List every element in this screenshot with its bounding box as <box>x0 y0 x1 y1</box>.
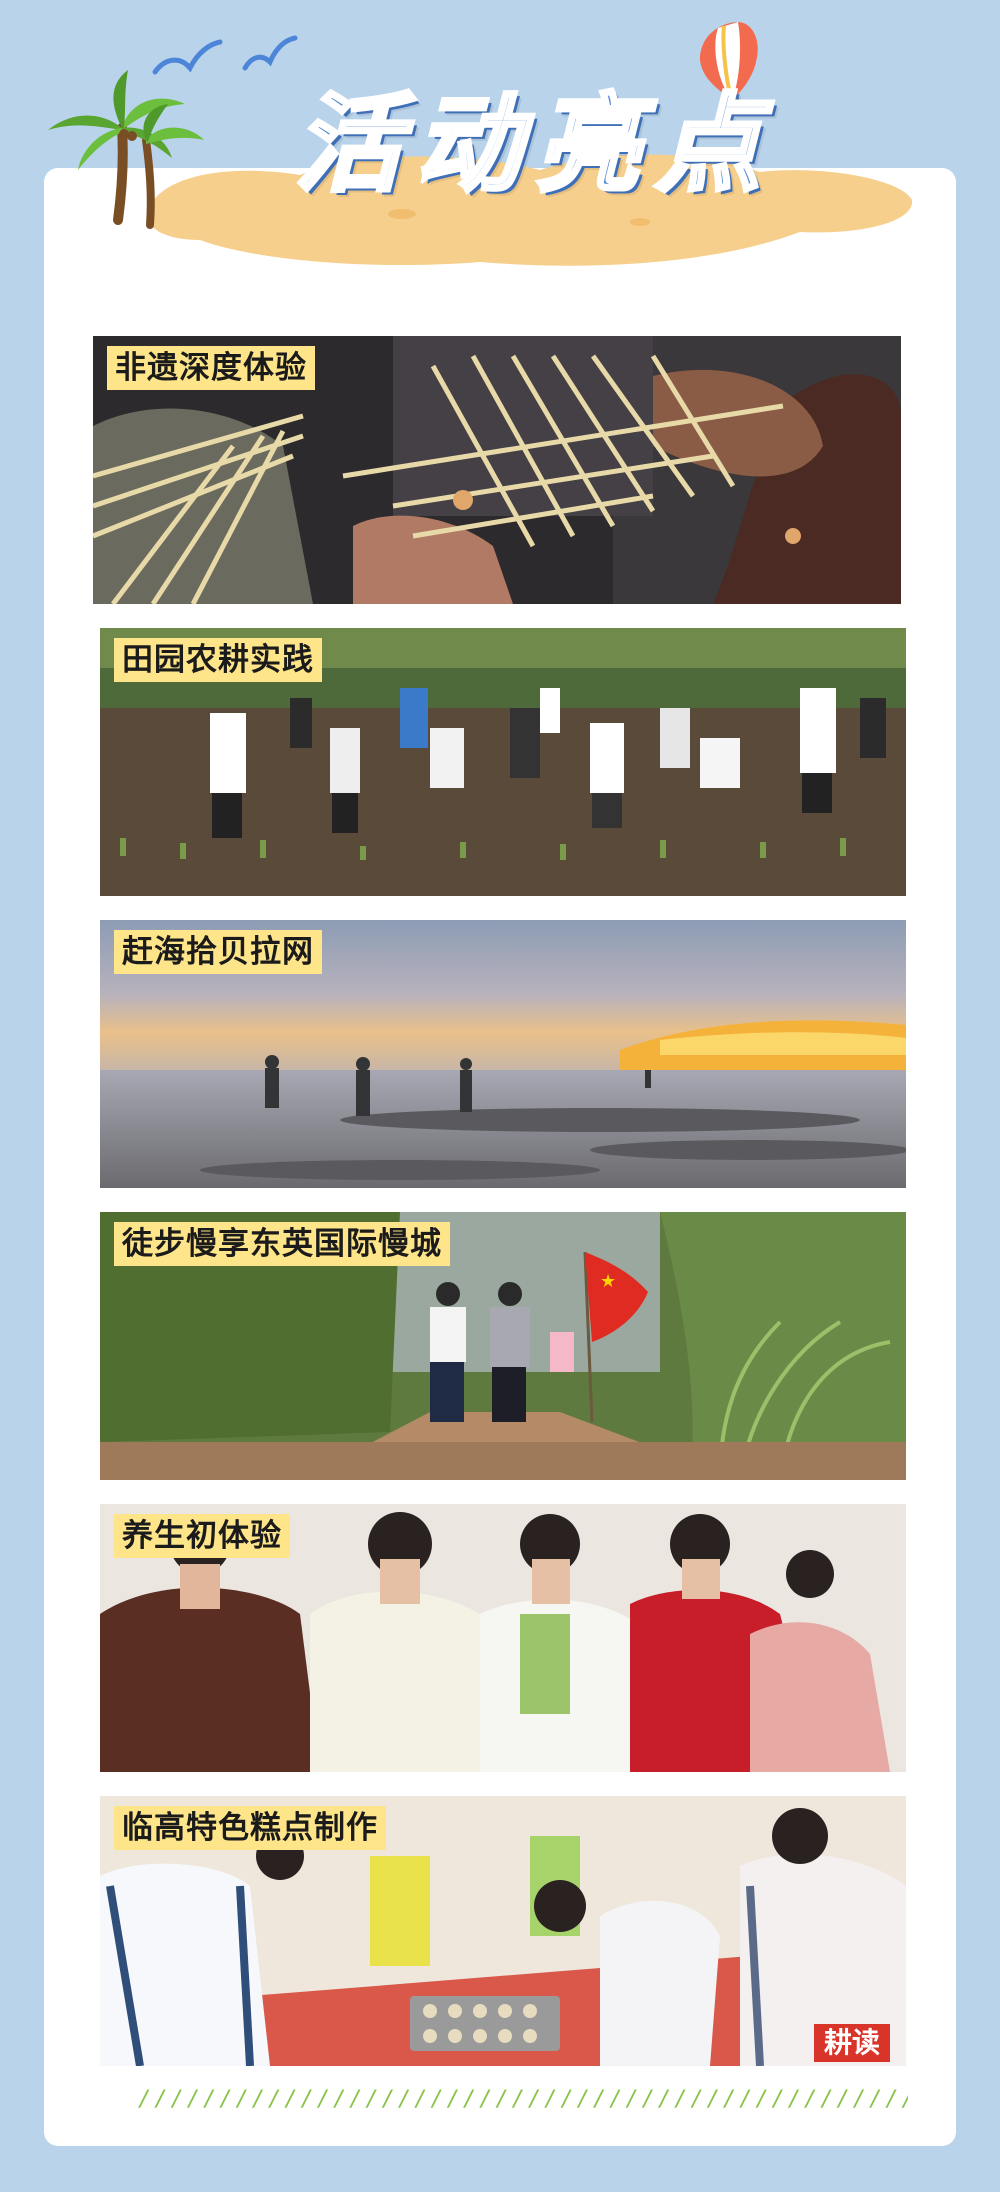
photo-pastry-making: 临高特色糕点制作 耕读 <box>100 1796 906 2066</box>
photo-hiking: ★ 徒步慢享东英国际慢城 <box>100 1212 906 1480</box>
watermark-logo: 耕读 <box>813 2024 890 2062</box>
header: 活动亮点 <box>0 0 1000 290</box>
photo-beach-sunset: 赶海拾贝拉网 <box>100 920 906 1188</box>
photo-wellness: 养生初体验 <box>100 1504 906 1772</box>
decorative-divider: ////////////////////////////////////////… <box>138 2087 908 2111</box>
activity-label: 徒步慢享东英国际慢城 <box>114 1222 450 1266</box>
activity-label: 田园农耕实践 <box>114 638 322 682</box>
activity-label: 非遗深度体验 <box>107 346 315 390</box>
activity-label: 临高特色糕点制作 <box>114 1806 386 1850</box>
activity-label: 赶海拾贝拉网 <box>114 930 322 974</box>
page-title: 活动亮点 <box>293 79 775 208</box>
activity-label: 养生初体验 <box>114 1514 290 1558</box>
svg-text:★: ★ <box>600 1271 616 1292</box>
photo-farming: 田园农耕实践 <box>100 628 906 896</box>
photo-bamboo-weaving: 非遗深度体验 <box>93 336 901 604</box>
